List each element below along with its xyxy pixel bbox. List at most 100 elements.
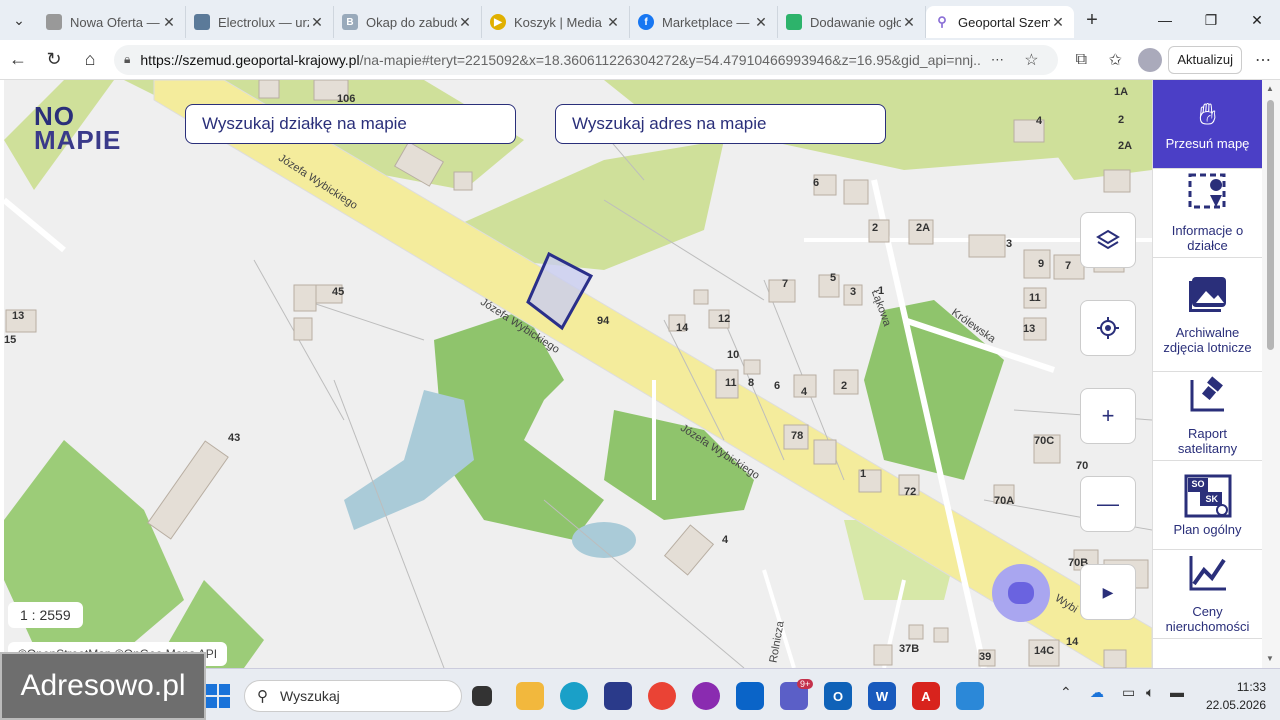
house-number: 15 [4,334,17,346]
close-tab-icon[interactable]: ✕ [605,14,621,31]
new-tab-button[interactable]: + [1074,9,1110,32]
reload-button[interactable]: ↻ [36,42,72,78]
teams-notification-badge: 9+ [797,679,814,689]
onedrive-icon[interactable]: ☁ [1090,684,1104,701]
house-number: 8 [748,377,755,389]
chat-button[interactable] [992,564,1050,622]
back-button[interactable]: ← [0,42,36,78]
task-view-icon[interactable] [472,686,492,706]
house-number: 6 [774,380,781,392]
tool-satellite-report[interactable]: Raport satelitarny [1153,372,1262,461]
scrollbar-thumb[interactable] [1267,100,1274,350]
update-button[interactable]: Aktualizuj [1168,45,1242,74]
app-mask-icon[interactable] [692,682,720,710]
volume-icon[interactable]: 🔈︎ [1146,684,1154,701]
taskbar-search-input[interactable]: ⚲ Wyszukaj [244,680,462,712]
tab-favicon [46,14,62,30]
house-number: 14 [1066,636,1079,648]
search-parcel-input[interactable]: Wyszukaj działkę na mapie [185,104,516,144]
lock-icon[interactable]: 🔒︎ [124,52,130,67]
avatar[interactable] [1138,47,1163,72]
search-icon: ⚲ [257,688,268,705]
more-icon[interactable]: ⋯ [980,45,1014,75]
file-explorer-icon[interactable] [516,682,544,710]
tool-label: Raport satelitarny [1177,426,1238,456]
house-number: 12 [718,313,731,325]
system-clock[interactable]: 11:33 22.05.2026 [1196,678,1266,714]
tab-3[interactable]: ▶ Koszyk | Media E ✕ [482,6,630,38]
tool-archive-photos[interactable]: Archiwalne zdjęcia lotnicze [1153,258,1262,372]
close-tab-icon[interactable]: ✕ [457,14,473,31]
url-bar[interactable]: 🔒︎ https://szemud.geoportal-krajowy.pl/n… [114,44,1059,75]
display-icon[interactable]: ▭ [1122,684,1135,701]
scroll-up-arrow-icon[interactable]: ▲ [1266,84,1274,93]
app-icon[interactable] [604,682,632,710]
locate-me-button[interactable] [1080,300,1136,356]
close-tab-icon[interactable]: ✕ [1050,14,1066,31]
close-tab-icon[interactable]: ✕ [753,14,769,31]
edge-browser-icon[interactable] [560,682,588,710]
tool-property-prices[interactable]: Ceny nieruchomości [1153,550,1262,639]
tab-1[interactable]: Electrolux — urz ✕ [186,6,334,38]
plan-badge-sk: SK [1205,493,1219,504]
house-number: 9 [1038,258,1045,270]
home-button[interactable]: ⌂ [72,42,108,78]
play-arrow-icon: ▶ [1102,583,1114,600]
house-number: 7 [782,278,789,290]
outlook-icon[interactable]: O [824,682,852,710]
house-number: 94 [597,315,610,327]
favorites-icon[interactable]: ✩ [1098,43,1132,77]
tab-2[interactable]: B Okap do zabudo ✕ [334,6,482,38]
house-number: 4 [1036,115,1043,127]
layers-button[interactable] [1080,212,1136,268]
house-number: 13 [1023,323,1036,335]
tab-6-active[interactable]: ⚲ Geoportal Szemu ✕ [926,6,1074,38]
close-tab-icon[interactable]: ✕ [309,14,325,31]
battery-icon[interactable]: ▬ [1170,684,1184,700]
word-icon[interactable]: W [868,682,896,710]
zoom-out-button[interactable]: — [1080,476,1136,532]
house-number: 45 [332,286,345,298]
tab-4[interactable]: fMarketplace — Dz✕ [630,6,778,38]
close-tab-icon[interactable]: ✕ [901,14,917,31]
restore-button[interactable]: ❐ [1188,0,1234,40]
tool-label: Przesuń mapę [1165,135,1250,151]
tools-panel: ✋︎ Przesuń mapę Informacje o działce Arc… [1152,80,1262,668]
tool-general-plan[interactable]: SO SK Plan ogólny [1153,461,1262,550]
expand-panel-button[interactable]: ▶ [1080,564,1136,620]
zoom-in-button[interactable]: + [1080,388,1136,444]
close-window-button[interactable]: ✕ [1234,0,1280,40]
crosshair-icon [1097,317,1119,339]
chrome-icon[interactable] [648,682,676,710]
house-number: 1A [1114,86,1129,98]
house-number: 4 [722,534,729,546]
minimize-button[interactable]: — [1142,0,1188,40]
house-number: 14C [1034,645,1055,657]
clock-date: 22.05.2026 [1205,698,1266,712]
tool-parcel-info[interactable]: Informacje o działce [1153,169,1262,258]
map-canvas[interactable]: Józefa Wybickiego Józefa Wybickiego Józe… [4,80,1152,668]
panel-scrollbar[interactable]: ▲ ▼ [1262,80,1280,668]
tab-strip: ⌄ Nowa Oferta — I ✕ Electrolux — urz ✕ B Ok… [0,0,1280,40]
windows-start-icon[interactable] [206,684,230,708]
photos-icon[interactable] [956,682,984,710]
adresowo-watermark: Adresowo.pl [0,652,206,720]
na-mapie-logo[interactable]: NO MAPIE [34,103,121,153]
search-address-input[interactable]: Wyszukaj adres na mapie [555,104,886,144]
tab-0[interactable]: Nowa Oferta — I ✕ [38,6,186,38]
tab-actions-menu[interactable]: ⌄ [0,0,38,40]
tool-pan-map[interactable]: ✋︎ Przesuń mapę [1153,80,1262,169]
extensions-icon[interactable]: ⧉ [1064,43,1098,77]
scroll-down-arrow-icon[interactable]: ▼ [1266,654,1274,663]
favorite-star-icon[interactable]: ☆ [1014,45,1048,75]
house-number: 2A [916,222,931,234]
acrobat-icon[interactable]: A [912,682,940,710]
house-number: 7 [1065,260,1072,272]
tray-chevron-icon[interactable]: ⌃ [1060,684,1072,701]
house-number: 3 [1006,238,1013,250]
close-tab-icon[interactable]: ✕ [161,14,177,31]
settings-menu-icon[interactable]: ⋯ [1246,43,1280,77]
tool-label: Ceny nieruchomości [1165,604,1250,634]
outlook-new-icon[interactable] [736,682,764,710]
tab-5[interactable]: Dodawanie ogło ✕ [778,6,926,38]
